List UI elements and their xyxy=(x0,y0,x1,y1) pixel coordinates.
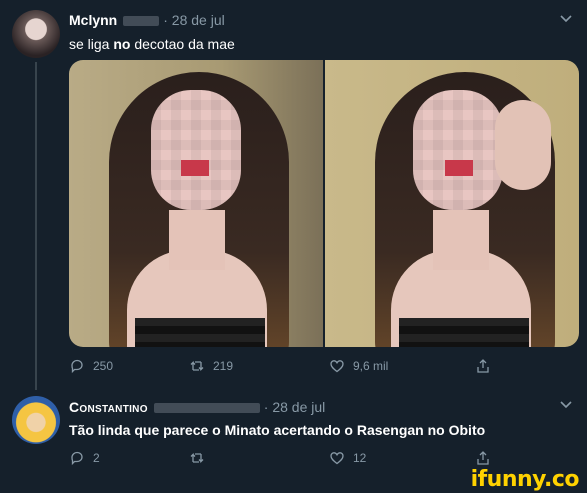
pixelated-face xyxy=(413,90,503,210)
blurred-handle xyxy=(153,403,260,414)
tweet-text-bold: no xyxy=(113,36,131,52)
like-button[interactable]: 9,6 mil xyxy=(329,358,388,374)
tweet-text: se liga no decotao da mae xyxy=(69,36,235,52)
tweet-header: Constantino · 28 de jul xyxy=(69,399,325,415)
tweet-text-part: se liga xyxy=(69,36,114,52)
photo-figure-top xyxy=(135,318,265,347)
author-name[interactable]: Constantino xyxy=(69,399,148,415)
chevron-down-icon[interactable] xyxy=(559,12,573,26)
share-button[interactable] xyxy=(475,358,491,374)
tweet-text: Tão linda que parece o Minato acertando … xyxy=(69,422,486,438)
reply-icon xyxy=(71,451,83,466)
tweet-header: Mclynn · 28 de jul xyxy=(69,12,225,28)
photo-figure-lips xyxy=(445,160,473,176)
reply-count: 2 xyxy=(93,451,100,465)
tweet-date[interactable]: · 28 de jul xyxy=(163,12,224,28)
tweet: Mclynn · 28 de jul se liga no decotao da … xyxy=(0,0,587,390)
photo-figure-neck xyxy=(169,210,225,270)
retweet-count: 219 xyxy=(213,359,234,373)
tweet-actions: 250 219 9,6 mil xyxy=(69,358,499,376)
photo-right[interactable] xyxy=(325,60,579,347)
like-button[interactable]: 12 xyxy=(329,450,366,466)
author-name[interactable]: Mclynn xyxy=(69,12,117,28)
reply-count: 250 xyxy=(93,359,114,373)
blurred-handle xyxy=(123,16,160,27)
share-icon xyxy=(477,451,489,465)
retweet-button[interactable]: 219 xyxy=(189,358,233,374)
like-count: 9,6 mil xyxy=(353,359,389,373)
reply-button[interactable]: 2 xyxy=(69,450,100,466)
thread-line xyxy=(35,62,37,390)
avatar[interactable] xyxy=(12,396,60,444)
reply-icon xyxy=(71,359,83,374)
share-button[interactable] xyxy=(475,450,491,466)
tweet: Constantino · 28 de jul Tão linda que par… xyxy=(0,388,587,473)
like-count: 12 xyxy=(353,451,367,465)
photo-figure-lips xyxy=(181,160,209,176)
retweet-icon xyxy=(190,360,204,372)
share-icon xyxy=(477,359,489,373)
ifunny-watermark: ifunny.co xyxy=(470,467,580,492)
like-icon xyxy=(330,360,344,373)
photo-figure-top xyxy=(399,318,529,347)
reply-button[interactable]: 250 xyxy=(69,358,113,374)
avatar[interactable] xyxy=(12,10,60,58)
retweet-icon xyxy=(190,452,204,464)
media-grid xyxy=(69,60,579,347)
photo-left[interactable] xyxy=(69,60,323,347)
tweet-text-part: decotao da mae xyxy=(130,36,235,52)
tweet-actions: 2 12 xyxy=(69,450,499,468)
tweet-date[interactable]: · 28 de jul xyxy=(264,399,325,415)
photo-figure-hand xyxy=(495,100,551,190)
chevron-down-icon[interactable] xyxy=(559,398,573,412)
pixelated-face xyxy=(151,90,241,210)
photo-figure-neck xyxy=(433,210,489,270)
like-icon xyxy=(330,452,344,465)
retweet-button[interactable] xyxy=(189,450,213,466)
